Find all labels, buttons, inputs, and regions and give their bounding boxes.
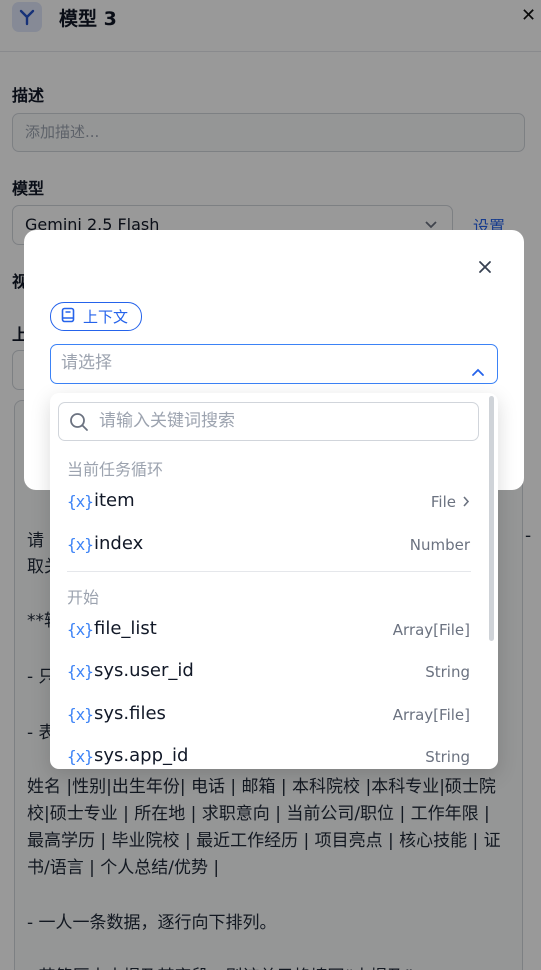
chevron-up-icon — [471, 357, 485, 394]
dropdown-item-name: sys.user_id — [94, 660, 194, 681]
search-icon — [69, 412, 89, 436]
variable-icon: {x} — [67, 620, 94, 639]
dropdown-scrollbar[interactable] — [489, 396, 494, 641]
variable-icon: {x} — [67, 705, 94, 724]
dropdown-item-type: String — [425, 663, 470, 681]
dropdown-item-name: file_list — [94, 618, 157, 639]
dropdown-item-type: Number — [409, 536, 470, 554]
dropdown-item-name: sys.files — [94, 703, 166, 724]
dropdown-group-title: 当前任务循环 — [67, 460, 164, 479]
chevron-right-icon — [462, 493, 470, 511]
context-chip[interactable]: 上下文 — [50, 302, 142, 331]
variable-icon: {x} — [67, 535, 94, 554]
variable-select-placeholder: 请选择 — [61, 353, 112, 373]
variable-select[interactable]: 请选择 — [50, 344, 498, 384]
variable-icon: {x} — [67, 662, 94, 681]
dropdown-item-type: Array[File] — [392, 621, 470, 639]
context-chip-label: 上下文 — [83, 308, 129, 326]
dropdown-item-name: item — [94, 490, 135, 511]
variable-dropdown: 请输入关键词搜索 当前任务循环 {x} item File {x} index … — [50, 393, 498, 769]
dropdown-item-sys-user-id[interactable]: {x} sys.user_id String — [50, 653, 490, 693]
dropdown-item-item[interactable]: {x} item File — [50, 483, 490, 523]
variable-icon: {x} — [67, 492, 94, 511]
dropdown-divider — [67, 571, 471, 572]
dropdown-item-name: sys.app_id — [94, 745, 189, 766]
book-icon — [61, 307, 75, 327]
close-icon[interactable] — [476, 258, 494, 276]
dropdown-item-name: index — [94, 533, 144, 554]
dropdown-item-type: String — [425, 748, 470, 766]
dropdown-group-title: 开始 — [67, 588, 100, 607]
dropdown-item-index[interactable]: {x} index Number — [50, 526, 490, 566]
dropdown-item-type: File — [431, 493, 470, 511]
dropdown-item-file-list[interactable]: {x} file_list Array[File] — [50, 611, 490, 651]
dropdown-item-type: Array[File] — [392, 706, 470, 724]
variable-icon: {x} — [67, 747, 94, 766]
dropdown-item-sys-app-id[interactable]: {x} sys.app_id String — [50, 738, 490, 769]
dropdown-search-input[interactable]: 请输入关键词搜索 — [58, 402, 479, 441]
dropdown-item-sys-files[interactable]: {x} sys.files Array[File] — [50, 696, 490, 736]
